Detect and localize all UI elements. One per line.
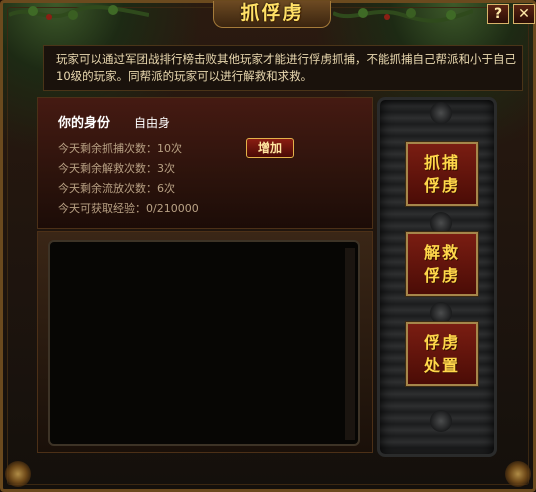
list-scrollbar[interactable]: [345, 248, 355, 440]
info-text: 玩家可以通过军团战排行榜击败其他玩家才能进行俘虏抓捕，不能抓捕自己帮派和小于自己…: [56, 52, 516, 83]
rescue-btn-line2: 俘虏: [423, 266, 460, 285]
manage-btn-line2: 处置: [423, 356, 460, 375]
title-plate: 抓俘虏: [213, 1, 331, 28]
ornament-icon: [430, 212, 452, 234]
prisoner-list-frame: [37, 231, 373, 453]
status-panel: 你的身份 自由身 今天剩余抓捕次数：10次 今天剩余解救次数：3次 今天剩余流放…: [37, 97, 373, 229]
capture-remaining: 今天剩余抓捕次数：10次: [58, 142, 182, 155]
window-title: 抓俘虏: [240, 2, 304, 24]
prisoner-list[interactable]: [48, 240, 360, 446]
manage-prisoner-button[interactable]: 俘虏 处置: [405, 321, 479, 387]
add-capture-button[interactable]: 增加: [246, 138, 294, 158]
release-remaining: 今天剩余流放次数：6次: [58, 182, 175, 195]
capture-prisoner-button[interactable]: 抓捕 俘虏: [405, 141, 479, 207]
info-panel: 玩家可以通过军团战排行榜击败其他玩家才能进行俘虏抓捕，不能抓捕自己帮派和小于自己…: [43, 45, 523, 91]
vine-decoration-right: [333, 8, 473, 23]
prisoner-window: 抓俘虏 ? ✕ 玩家可以通过军团战排行榜击败其他玩家才能进行俘虏抓捕，不能抓捕自…: [0, 0, 536, 492]
ornament-icon: [430, 410, 452, 432]
capture-btn-line2: 俘虏: [423, 176, 460, 195]
vine-decoration-left: [9, 5, 149, 20]
exp-available: 今天可获取经验：0/210000: [58, 202, 199, 215]
action-sidebar: 抓捕 俘虏 解救 俘虏 俘虏 处置: [377, 97, 497, 457]
corner-ornament-icon: [505, 461, 531, 487]
ornament-icon: [430, 102, 452, 124]
identity-label: 你的身份: [58, 116, 111, 131]
rescue-prisoner-button[interactable]: 解救 俘虏: [405, 231, 479, 297]
rescue-remaining: 今天剩余解救次数：3次: [58, 162, 175, 175]
help-button[interactable]: ?: [487, 4, 509, 24]
close-button[interactable]: ✕: [513, 4, 535, 24]
corner-ornament-icon: [5, 461, 31, 487]
identity-value: 自由身: [134, 116, 171, 130]
rescue-btn-line1: 解救: [423, 243, 460, 262]
manage-btn-line1: 俘虏: [423, 333, 460, 352]
ornament-icon: [430, 302, 452, 324]
capture-btn-line1: 抓捕: [423, 153, 460, 172]
